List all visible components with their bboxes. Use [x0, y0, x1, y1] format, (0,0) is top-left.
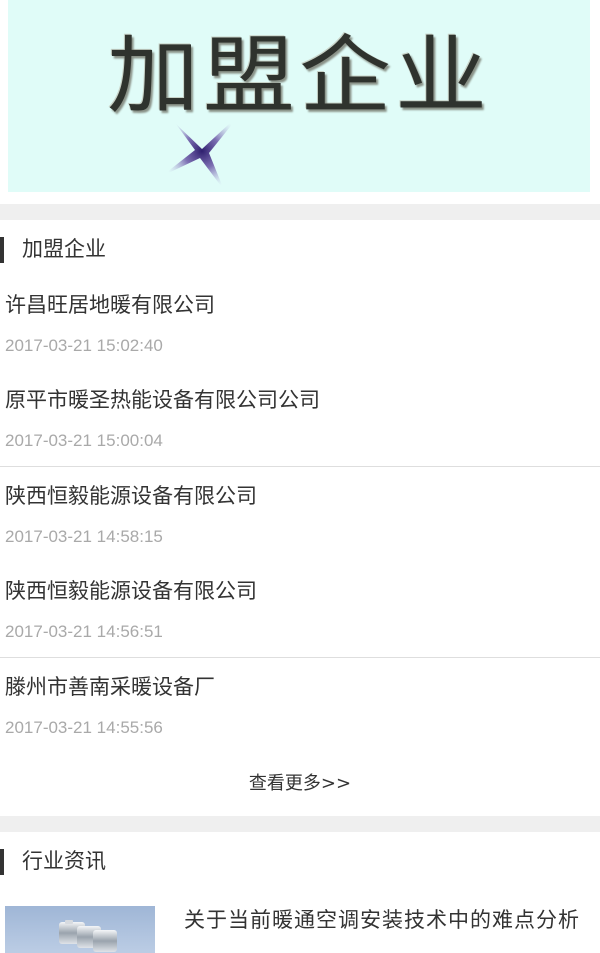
list-item[interactable]: 滕州市善南采暖设备厂 2017-03-21 14:55:56 [0, 658, 600, 754]
heading-bar [0, 237, 4, 263]
company-name[interactable]: 陕西恒毅能源设备有限公司 [5, 481, 257, 511]
news-heading: 行业资讯 [22, 849, 106, 873]
news-section-header: 行业资讯 [0, 832, 600, 890]
franchise-heading: 加盟企业 [22, 237, 106, 261]
company-name[interactable]: 许昌旺居地暖有限公司 [5, 290, 215, 320]
timestamp: 2017-03-21 14:55:56 [5, 718, 163, 737]
list-item[interactable]: 许昌旺居地暖有限公司 2017-03-21 15:02:40 [0, 276, 600, 372]
banner-image[interactable]: 加盟企业 [8, 0, 590, 192]
timestamp: 2017-03-21 15:00:04 [5, 431, 163, 450]
sparkle-icon [162, 112, 242, 190]
list-item[interactable]: 陕西恒毅能源设备有限公司 2017-03-21 14:58:15 [0, 467, 600, 563]
timestamp: 2017-03-21 14:56:51 [5, 622, 163, 641]
heading-bar [0, 849, 4, 875]
banner-title: 加盟企业 [106, 26, 491, 126]
view-more-link[interactable]: 查看更多>> [0, 752, 600, 816]
company-name[interactable]: 滕州市善南采暖设备厂 [5, 672, 215, 702]
timestamp: 2017-03-21 15:02:40 [5, 336, 163, 355]
banner-area: 加盟企业 [0, 0, 600, 204]
section-divider [0, 816, 600, 832]
news-thumbnail[interactable] [5, 906, 155, 953]
list-item[interactable]: 陕西恒毅能源设备有限公司 2017-03-21 14:56:51 [0, 562, 600, 658]
list-item[interactable]: 原平市暖圣热能设备有限公司公司 2017-03-21 15:00:04 [0, 371, 600, 467]
section-divider [0, 204, 600, 220]
fitting-image-icon [59, 920, 117, 952]
timestamp: 2017-03-21 14:58:15 [5, 527, 163, 546]
news-item[interactable]: 关于当前暖通空调安装技术中的难点分析 [0, 884, 600, 953]
franchise-section-header: 加盟企业 [0, 220, 600, 278]
company-name[interactable]: 陕西恒毅能源设备有限公司 [5, 576, 257, 606]
company-name[interactable]: 原平市暖圣热能设备有限公司公司 [5, 385, 320, 415]
news-title[interactable]: 关于当前暖通空调安装技术中的难点分析 [184, 902, 594, 938]
